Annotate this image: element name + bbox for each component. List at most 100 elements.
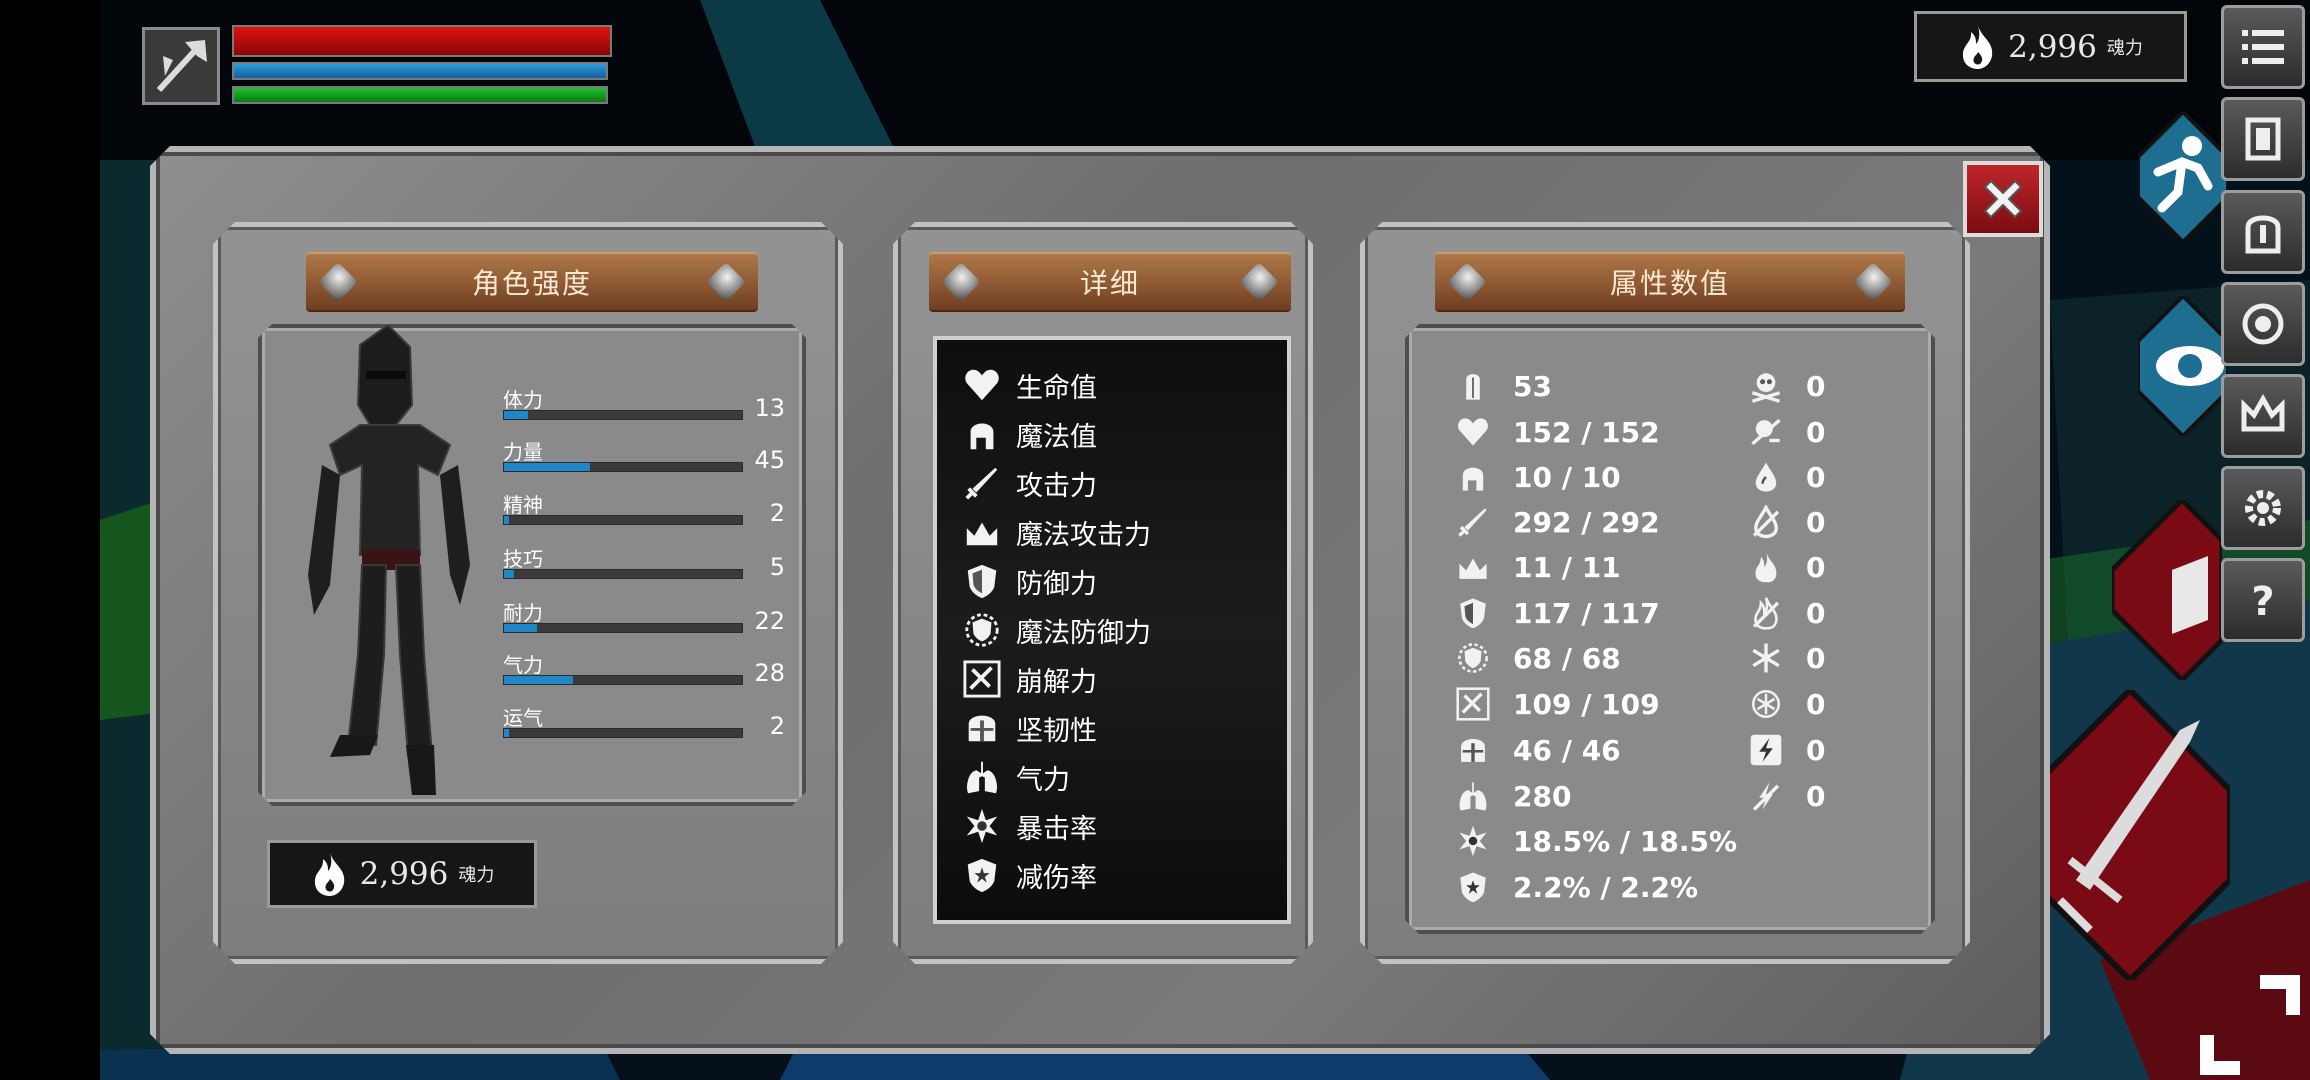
attribute-bar xyxy=(503,462,743,472)
attribute-bar xyxy=(503,569,743,579)
attribute-bar-fill xyxy=(504,676,574,684)
detail-label: 生命值 xyxy=(1016,372,1097,404)
stat-value: 0 xyxy=(1806,779,1826,813)
main-menu-button[interactable] xyxy=(2221,5,2305,89)
attribute-bar-fill xyxy=(504,516,509,524)
settings-button[interactable] xyxy=(2221,466,2305,550)
drop-icon xyxy=(1748,459,1784,495)
help-icon: ? xyxy=(2251,579,2274,625)
attribute-bar-fill xyxy=(504,463,590,471)
soul-currency-display: 2,996 魂力 xyxy=(1914,11,2187,82)
drop-resist-icon xyxy=(1748,504,1784,540)
detail-break[interactable]: 崩解力 xyxy=(962,657,1097,701)
stat-value: 68 / 68 xyxy=(1513,641,1621,675)
stat-value: 0 xyxy=(1806,596,1826,630)
detail-damage-reduction[interactable]: 减伤率 xyxy=(962,853,1097,897)
detail-stamina[interactable]: 气力 xyxy=(962,755,1070,799)
stat-armor: 53 xyxy=(1455,366,1552,406)
detail-mana[interactable]: 魔法值 xyxy=(962,412,1097,456)
detail-defense[interactable]: 防御力 xyxy=(962,559,1097,603)
attribute-bar-fill xyxy=(504,729,509,737)
stat-damage-reduction: 2.2% / 2.2% xyxy=(1455,867,1698,907)
crown-icon xyxy=(2241,393,2285,432)
close-window-button[interactable] xyxy=(1963,161,2043,237)
detail-magic-defense[interactable]: 魔法防御力 xyxy=(962,608,1151,652)
watch-skill-icon[interactable] xyxy=(2138,296,2228,436)
block-skill-icon[interactable] xyxy=(2112,500,2222,680)
inventory-button[interactable] xyxy=(2221,97,2305,181)
details-header: 详细 xyxy=(929,252,1291,312)
shield-icon xyxy=(962,561,1002,601)
helmet-icon xyxy=(1455,732,1491,768)
stat-lightning-resist: 0 xyxy=(1748,776,1825,816)
mana-bar xyxy=(232,62,608,80)
attribute-luck: 运气 2 xyxy=(503,702,785,752)
lightning-icon xyxy=(1748,732,1784,768)
soul-flame-icon xyxy=(1963,25,1993,69)
stat-break: 109 / 109 xyxy=(1455,684,1660,724)
detail-attack[interactable]: 攻击力 xyxy=(962,461,1097,505)
stat-value: 10 / 10 xyxy=(1513,460,1621,494)
attribute-value: 5 xyxy=(769,553,785,581)
crown-magic-icon xyxy=(962,512,1002,552)
stat-value: 18.5% / 18.5% xyxy=(1513,824,1737,858)
stat-value: 0 xyxy=(1806,505,1826,539)
attack-skill-icon[interactable] xyxy=(2030,690,2230,980)
stat-attack: 292 / 292 xyxy=(1455,502,1660,542)
achievements-button[interactable] xyxy=(2221,374,2305,458)
help-button[interactable]: ? xyxy=(2221,558,2305,642)
stat-value: 0 xyxy=(1806,733,1826,767)
attribute-bar-fill xyxy=(504,411,528,419)
screen-edge-bar xyxy=(0,0,100,1080)
stat-value: 152 / 152 xyxy=(1513,415,1660,449)
attribute-value: 22 xyxy=(754,607,785,635)
attribute-bar-fill xyxy=(504,624,538,632)
stat-fire-resist: 0 xyxy=(1748,593,1825,633)
break-icon xyxy=(962,659,1002,699)
equipment-button[interactable] xyxy=(2221,190,2305,274)
attribute-skill: 技巧 5 xyxy=(503,543,785,593)
helmet-icon xyxy=(962,708,1002,748)
nail-icon xyxy=(1853,262,1893,302)
attribute-spirit: 精神 2 xyxy=(503,489,785,539)
poison-resist-icon xyxy=(1748,414,1784,450)
soul-amount: 2,996 xyxy=(359,856,449,892)
detail-label: 减伤率 xyxy=(1016,862,1097,894)
detail-label: 坚韧性 xyxy=(1016,715,1097,747)
skills-icon xyxy=(2242,303,2284,345)
stat-stamina: 280 xyxy=(1455,776,1571,816)
nail-icon xyxy=(1447,262,1487,302)
lungs-icon xyxy=(1455,778,1491,814)
head-icon xyxy=(962,414,1002,454)
nail-icon xyxy=(1239,262,1279,302)
detail-label: 崩解力 xyxy=(1016,666,1097,698)
skills-button[interactable] xyxy=(2221,282,2305,366)
stat-value: 280 xyxy=(1513,779,1572,813)
break-icon xyxy=(1455,686,1491,722)
detail-magic-attack[interactable]: 魔法攻击力 xyxy=(962,510,1151,554)
shield-icon xyxy=(1455,595,1491,631)
character-strength-header: 角色强度 xyxy=(306,252,758,312)
settings-icon xyxy=(2245,490,2281,526)
detail-health[interactable]: 生命值 xyxy=(962,363,1097,407)
frost-icon xyxy=(1748,640,1784,676)
attribute-bar-fill xyxy=(504,570,514,578)
detail-label: 魔法攻击力 xyxy=(1016,519,1151,551)
soul-flame-icon xyxy=(314,853,344,896)
attribute-stamina: 气力 28 xyxy=(503,649,785,699)
stat-mana: 10 / 10 xyxy=(1455,457,1621,497)
detail-label: 气力 xyxy=(1016,764,1070,796)
attribute-bar xyxy=(503,728,743,738)
detail-label: 魔法防御力 xyxy=(1016,617,1151,649)
dodge-skill-icon[interactable] xyxy=(2138,112,2228,242)
expand-view-icon[interactable] xyxy=(2200,975,2310,1075)
stat-value: 2.2% / 2.2% xyxy=(1513,870,1699,904)
detail-toughness[interactable]: 坚韧性 xyxy=(962,706,1097,750)
equipped-weapon-slot[interactable] xyxy=(142,27,220,105)
attribute-values-header: 属性数值 xyxy=(1435,252,1905,312)
detail-crit-rate[interactable]: 暴击率 xyxy=(962,804,1097,848)
sword-icon xyxy=(1455,504,1491,540)
frost-resist-icon xyxy=(1748,686,1784,722)
stat-value: 0 xyxy=(1806,687,1826,721)
star-burst-icon xyxy=(1455,823,1491,859)
